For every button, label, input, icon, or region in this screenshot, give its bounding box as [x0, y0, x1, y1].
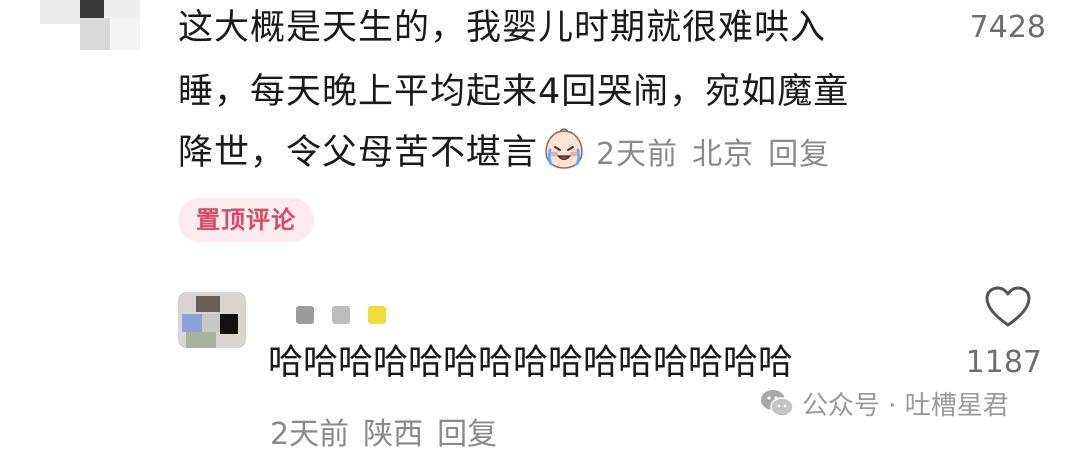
comment-text-line-2: 睡，每天晚上平均起来4回哭闹，宛如魔童	[178, 72, 850, 112]
commenter-avatar[interactable]	[40, 0, 140, 50]
watermark: 公众号 · 吐槽星君	[760, 386, 1009, 421]
comment-time: 2天前	[596, 137, 679, 172]
reply-location: 陕西	[363, 417, 424, 452]
comment-text-line-3-text: 降世，令父母苦不堪言	[178, 133, 539, 173]
comment-text-line-1: 这大概是天生的，我婴儿时期就很难哄入	[178, 8, 827, 48]
reply-reply-button[interactable]: 回复	[437, 417, 497, 452]
pinned-comment-badge: 置顶评论	[178, 198, 314, 242]
like-heart-icon[interactable]	[984, 285, 1032, 329]
comment-meta: 2天前 北京 回复	[596, 137, 844, 172]
watermark-text: 公众号 · 吐槽星君	[802, 390, 1009, 421]
reply-meta: 2天前 陕西 回复	[270, 409, 511, 453]
comment-text-line-3: 降世，令父母苦不堪言 2天前 北京 回复	[178, 128, 844, 182]
wechat-icon	[761, 390, 794, 417]
reply-like-count: 1187	[965, 345, 1042, 380]
replier-avatar[interactable]	[178, 292, 246, 348]
reply-text: 哈哈哈哈哈哈哈哈哈哈哈哈哈哈哈	[268, 343, 794, 383]
comment-reply-button[interactable]: 回复	[768, 137, 830, 172]
reply-time: 2天前	[270, 417, 350, 452]
crying-face-emoji-icon	[542, 128, 586, 182]
comment-location: 北京	[692, 137, 755, 172]
comment-like-count: 7428	[969, 10, 1046, 45]
